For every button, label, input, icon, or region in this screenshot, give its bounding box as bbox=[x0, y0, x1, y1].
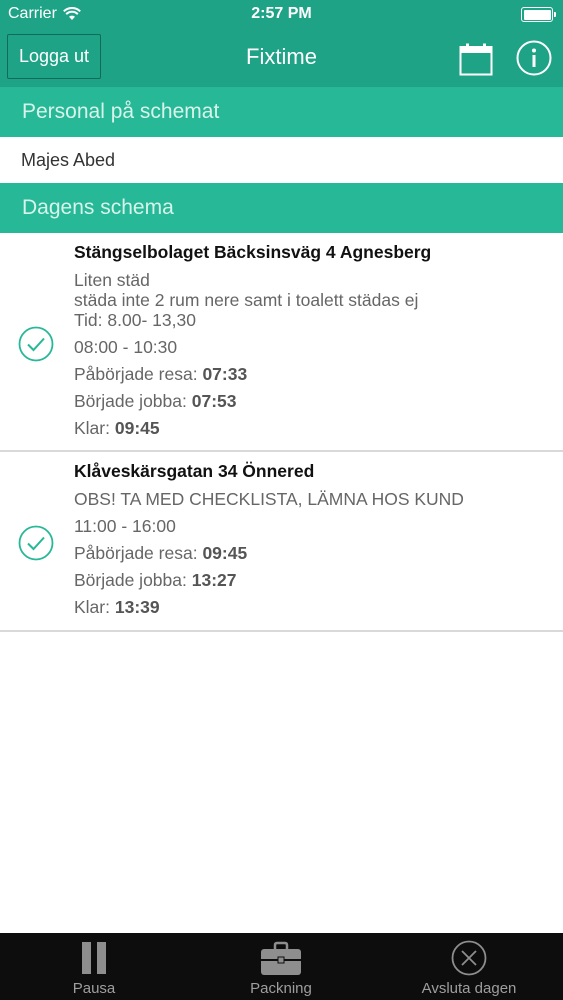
battery-icon bbox=[521, 7, 556, 22]
job-note: Tid: 8.00- 13,30 bbox=[74, 310, 196, 330]
job-time-range: 08:00 - 10:30 bbox=[74, 337, 178, 357]
staff-item[interactable]: Majes Abed bbox=[0, 138, 563, 183]
job-travel-start: Påbörjade resa: 09:45 bbox=[74, 543, 553, 563]
done-time: 13:39 bbox=[114, 597, 160, 617]
check-circle-icon bbox=[18, 525, 54, 561]
briefcase-icon bbox=[261, 941, 301, 975]
done-label: Klar: bbox=[74, 597, 110, 617]
calendar-icon[interactable] bbox=[459, 43, 493, 76]
status-time: 2:57 PM bbox=[251, 5, 312, 22]
pause-icon bbox=[82, 942, 106, 974]
job-work-start: Började jobba: 07:53 bbox=[74, 391, 553, 411]
job-time-range: 11:00 - 16:00 bbox=[74, 516, 176, 536]
job-work-start: Började jobba: 13:27 bbox=[74, 570, 553, 590]
work-label: Började jobba: bbox=[74, 570, 187, 590]
tab-pause[interactable]: Pausa bbox=[44, 933, 144, 1000]
travel-label: Påbörjade resa: bbox=[74, 543, 198, 563]
job-done: Klar: 13:39 bbox=[74, 597, 553, 617]
status-bar: Carrier 2:57 PM bbox=[0, 0, 563, 28]
close-circle-icon bbox=[451, 940, 487, 976]
tab-packing[interactable]: Packning bbox=[231, 933, 331, 1000]
done-time: 09:45 bbox=[114, 418, 160, 438]
job-title: Stängselbolaget Bäcksinsväg 4 Agnesberg bbox=[74, 242, 432, 262]
tab-end-day[interactable]: Avsluta dagen bbox=[409, 933, 529, 1000]
job-note: städa inte 2 rum nere samt i toalett stä… bbox=[74, 290, 419, 310]
job-note: OBS! TA MED CHECKLISTA, LÄMNA HOS KUND bbox=[74, 489, 464, 509]
work-time: 13:27 bbox=[191, 570, 237, 590]
done-label: Klar: bbox=[74, 418, 110, 438]
job-done: Klar: 09:45 bbox=[74, 418, 553, 438]
schedule-section-header: Dagens schema bbox=[0, 183, 563, 233]
navigation-bar: Carrier 2:57 PM Logga ut Fixtime bbox=[0, 0, 563, 87]
schedule-item-content: Klåveskärsgatan 34 Önnered OBS! TA MED C… bbox=[74, 452, 553, 617]
tab-packing-label: Packning bbox=[250, 980, 312, 997]
schedule-item[interactable]: Klåveskärsgatan 34 Önnered OBS! TA MED C… bbox=[0, 452, 563, 632]
info-icon[interactable] bbox=[516, 40, 552, 76]
travel-time: 09:45 bbox=[202, 543, 248, 563]
tab-pause-label: Pausa bbox=[72, 980, 116, 997]
job-note: Liten städ bbox=[74, 270, 150, 290]
work-time: 07:53 bbox=[191, 391, 237, 411]
tab-end-day-label: Avsluta dagen bbox=[421, 980, 517, 997]
logout-button[interactable]: Logga ut bbox=[7, 34, 101, 79]
schedule-item-content: Stängselbolaget Bäcksinsväg 4 Agnesberg … bbox=[74, 233, 553, 438]
travel-time: 07:33 bbox=[202, 364, 248, 384]
staff-section-header: Personal på schemat bbox=[0, 87, 563, 137]
job-travel-start: Påbörjade resa: 07:33 bbox=[74, 364, 553, 384]
tab-bar: Pausa Packning Avsluta dagen bbox=[0, 933, 563, 1000]
check-circle-icon bbox=[18, 326, 54, 362]
travel-label: Påbörjade resa: bbox=[74, 364, 198, 384]
work-label: Började jobba: bbox=[74, 391, 187, 411]
schedule-item[interactable]: Stängselbolaget Bäcksinsväg 4 Agnesberg … bbox=[0, 233, 563, 452]
job-title: Klåveskärsgatan 34 Önnered bbox=[74, 461, 315, 481]
